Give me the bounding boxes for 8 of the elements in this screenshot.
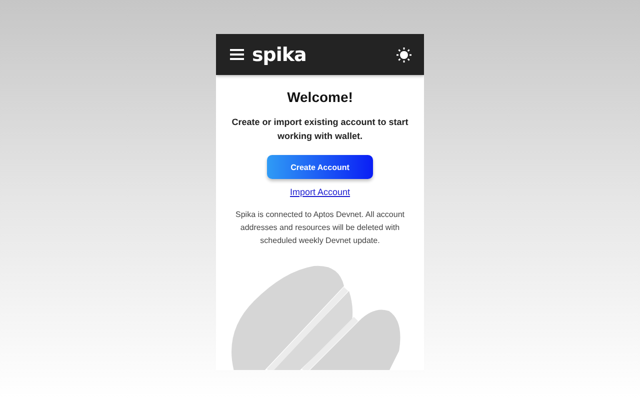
welcome-title: Welcome! bbox=[287, 89, 353, 105]
create-account-button[interactable]: Create Account bbox=[267, 155, 373, 179]
import-account-link[interactable]: Import Account bbox=[290, 187, 350, 197]
devnet-notice: Spika is connected to Aptos Devnet. All account addresses and resources will be deleted with scheduled weekly Devnet update. bbox=[234, 209, 406, 247]
welcome-subtitle: Create or import existing account to start working with wallet. bbox=[230, 116, 410, 143]
logo: spika bbox=[252, 44, 306, 66]
sun-icon[interactable] bbox=[396, 46, 412, 62]
menu-icon[interactable] bbox=[230, 49, 244, 60]
